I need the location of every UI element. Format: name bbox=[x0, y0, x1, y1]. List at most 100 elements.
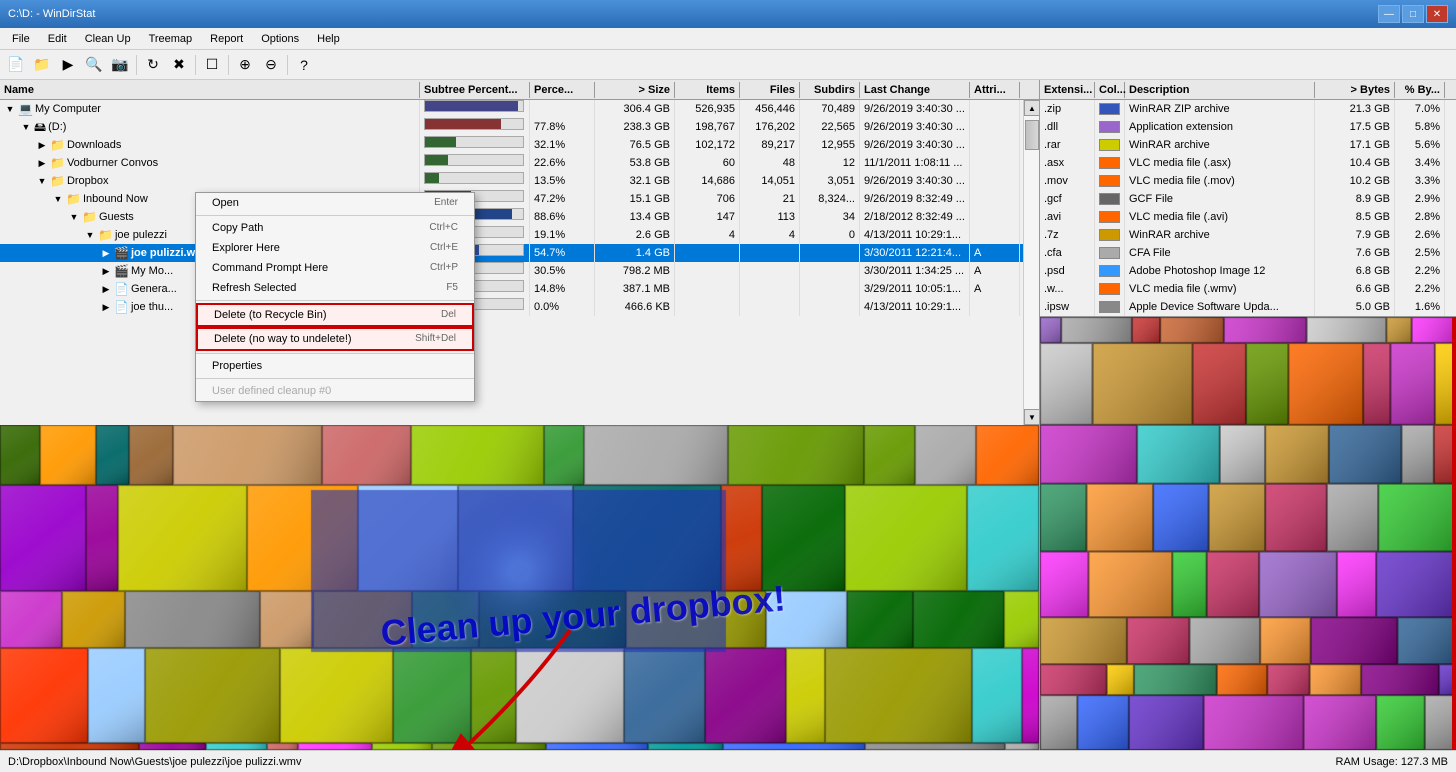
col-attri[interactable]: Attri... bbox=[970, 82, 1020, 98]
tree-row[interactable]: ▼📁Dropbox13.5%32.1 GB14,68614,0513,0519/… bbox=[0, 172, 1023, 190]
expand-button[interactable]: ▼ bbox=[20, 118, 32, 136]
row-cell: 13.4 GB bbox=[595, 208, 675, 226]
tree-row[interactable]: ▼💻My Computer306.4 GB526,935456,44670,48… bbox=[0, 100, 1023, 118]
refresh-button[interactable]: ↻ bbox=[141, 53, 165, 77]
col-subtree[interactable]: Subtree Percent... bbox=[420, 82, 530, 98]
help-button[interactable]: ? bbox=[292, 53, 316, 77]
scan-button[interactable]: 🔍 bbox=[82, 53, 106, 77]
extension-row[interactable]: .cfaCFA File7.6 GB2.5% bbox=[1040, 244, 1456, 262]
expand-button[interactable]: ▶ bbox=[100, 298, 112, 316]
toolbar-sep-2 bbox=[195, 55, 196, 75]
ext-extension: .zip bbox=[1040, 100, 1095, 118]
ext-col-description[interactable]: Description bbox=[1125, 82, 1315, 98]
ext-col-bytes[interactable]: > Bytes bbox=[1315, 82, 1395, 98]
extension-row[interactable]: .rarWinRAR archive17.1 GB5.6% bbox=[1040, 136, 1456, 154]
tree-row[interactable]: ▼📁Guests88.6%13.4 GB147113342/18/2012 8:… bbox=[0, 208, 1023, 226]
tree-row[interactable]: ▼🖴(D:)77.8%238.3 GB198,767176,20222,5659… bbox=[0, 118, 1023, 136]
context-menu-item[interactable]: Copy PathCtrl+C bbox=[196, 218, 474, 238]
extension-row[interactable]: .movVLC media file (.mov)10.2 GB3.3% bbox=[1040, 172, 1456, 190]
extension-list: .zipWinRAR ZIP archive21.3 GB7.0%.dllApp… bbox=[1040, 100, 1456, 316]
tree-row[interactable]: ▼📁Inbound Now47.2%15.1 GB706218,324...9/… bbox=[0, 190, 1023, 208]
context-menu-item[interactable]: Refresh SelectedF5 bbox=[196, 278, 474, 298]
menu-report[interactable]: Report bbox=[202, 31, 251, 47]
row-cell bbox=[675, 244, 740, 262]
extension-row[interactable]: .dllApplication extension17.5 GB5.8% bbox=[1040, 118, 1456, 136]
zoom-out-button[interactable]: ⊖ bbox=[259, 53, 283, 77]
row-name: Dropbox bbox=[67, 172, 109, 190]
expand-button[interactable]: ▼ bbox=[68, 208, 80, 226]
expand-button[interactable]: ▼ bbox=[4, 100, 16, 118]
ext-col-extension[interactable]: Extensi... bbox=[1040, 82, 1095, 98]
treemap-area[interactable]: Clean up your dropbox! bbox=[0, 425, 1039, 750]
scroll-thumb[interactable] bbox=[1025, 120, 1039, 150]
right-treemap bbox=[1040, 316, 1456, 750]
extension-row[interactable]: .zipWinRAR ZIP archive21.3 GB7.0% bbox=[1040, 100, 1456, 118]
scroll-up-button[interactable]: ▲ bbox=[1024, 100, 1039, 116]
ext-col-pct[interactable]: % By... bbox=[1395, 82, 1445, 98]
context-menu-item[interactable]: Delete (to Recycle Bin)Del bbox=[196, 303, 474, 327]
menu-treemap[interactable]: Treemap bbox=[141, 31, 201, 47]
row-cell bbox=[740, 244, 800, 262]
tree-row[interactable]: ▼📁joe pulezzi19.1%2.6 GB4404/13/2011 10:… bbox=[0, 226, 1023, 244]
extension-row[interactable]: .7zWinRAR archive7.9 GB2.6% bbox=[1040, 226, 1456, 244]
col-lastchange[interactable]: Last Change bbox=[860, 82, 970, 98]
extension-row[interactable]: .asxVLC media file (.asx)10.4 GB3.4% bbox=[1040, 154, 1456, 172]
extension-row[interactable]: .gcfGCF File8.9 GB2.9% bbox=[1040, 190, 1456, 208]
expand-button[interactable]: ▶ bbox=[100, 262, 112, 280]
menu-options[interactable]: Options bbox=[253, 31, 307, 47]
maximize-button[interactable]: □ bbox=[1402, 5, 1424, 23]
row-cell bbox=[675, 280, 740, 298]
ext-color bbox=[1095, 226, 1125, 244]
menu-edit[interactable]: Edit bbox=[40, 31, 75, 47]
col-perce[interactable]: Perce... bbox=[530, 82, 595, 98]
context-menu-item[interactable]: Delete (no way to undelete!)Shift+Del bbox=[196, 327, 474, 351]
ext-color bbox=[1095, 244, 1125, 262]
context-menu-item[interactable]: Properties bbox=[196, 356, 474, 376]
tree-row[interactable]: ▶📁Downloads32.1%76.5 GB102,17289,21712,9… bbox=[0, 136, 1023, 154]
stop-button[interactable]: ✖ bbox=[167, 53, 191, 77]
expand-button[interactable]: ▶ bbox=[100, 280, 112, 298]
vertical-scrollbar[interactable]: ▲ ▼ bbox=[1023, 100, 1039, 425]
scroll-down-button[interactable]: ▼ bbox=[1024, 409, 1039, 425]
tree-row[interactable]: ▶📄joe thu...0.0%466.6 KB4/13/2011 10:29:… bbox=[0, 298, 1023, 316]
ext-bytes: 17.5 GB bbox=[1315, 118, 1395, 136]
ext-extension: .cfa bbox=[1040, 244, 1095, 262]
minimize-button[interactable]: — bbox=[1378, 5, 1400, 23]
col-size[interactable]: > Size bbox=[595, 82, 675, 98]
zoom-in-button[interactable]: ⊕ bbox=[233, 53, 257, 77]
close-button[interactable]: ✕ bbox=[1426, 5, 1448, 23]
tree-body[interactable]: ▼💻My Computer306.4 GB526,935456,44670,48… bbox=[0, 100, 1039, 425]
menu-help[interactable]: Help bbox=[309, 31, 348, 47]
menu-file[interactable]: File bbox=[4, 31, 38, 47]
ext-col-color[interactable]: Col... bbox=[1095, 82, 1125, 98]
menu-cleanup[interactable]: Clean Up bbox=[77, 31, 139, 47]
tree-row[interactable]: ▶📁Vodburner Convos22.6%53.8 GB60481211/1… bbox=[0, 154, 1023, 172]
play-button[interactable]: ▶ bbox=[56, 53, 80, 77]
expand-button[interactable]: ▶ bbox=[100, 244, 112, 262]
tree-row[interactable]: ▶📄Genera...14.8%387.1 MB3/29/2011 10:05:… bbox=[0, 280, 1023, 298]
expand-button[interactable]: ▼ bbox=[52, 190, 64, 208]
col-name[interactable]: Name bbox=[0, 82, 420, 98]
expand-button[interactable]: ▼ bbox=[36, 172, 48, 190]
tree-row[interactable]: ▶🎬My Mo...30.5%798.2 MB3/30/2011 1:34:25… bbox=[0, 262, 1023, 280]
context-menu-item[interactable]: Command Prompt HereCtrl+P bbox=[196, 258, 474, 278]
copy-button[interactable]: ☐ bbox=[200, 53, 224, 77]
context-menu-item[interactable]: OpenEnter bbox=[196, 193, 474, 213]
ext-percent: 1.6% bbox=[1395, 298, 1445, 316]
expand-button[interactable]: ▶ bbox=[36, 154, 48, 172]
expand-button[interactable]: ▼ bbox=[84, 226, 96, 244]
new-button[interactable]: 📄 bbox=[4, 53, 28, 77]
tree-row[interactable]: ▶🎬joe pulizzi.wmv54.7%1.4 GB3/30/2011 12… bbox=[0, 244, 1023, 262]
extension-row[interactable]: .aviVLC media file (.avi)8.5 GB2.8% bbox=[1040, 208, 1456, 226]
extension-row[interactable]: .psdAdobe Photoshop Image 126.8 GB2.2% bbox=[1040, 262, 1456, 280]
context-menu-shortcut: Del bbox=[441, 309, 456, 321]
extension-row[interactable]: .ipswApple Device Software Upda...5.0 GB… bbox=[1040, 298, 1456, 316]
camera-button[interactable]: 📷 bbox=[108, 53, 132, 77]
open-button[interactable]: 📁 bbox=[30, 53, 54, 77]
col-subdirs[interactable]: Subdirs bbox=[800, 82, 860, 98]
col-items[interactable]: Items bbox=[675, 82, 740, 98]
expand-button[interactable]: ▶ bbox=[36, 136, 48, 154]
extension-row[interactable]: .w...VLC media file (.wmv)6.6 GB2.2% bbox=[1040, 280, 1456, 298]
col-files[interactable]: Files bbox=[740, 82, 800, 98]
context-menu-item[interactable]: Explorer HereCtrl+E bbox=[196, 238, 474, 258]
